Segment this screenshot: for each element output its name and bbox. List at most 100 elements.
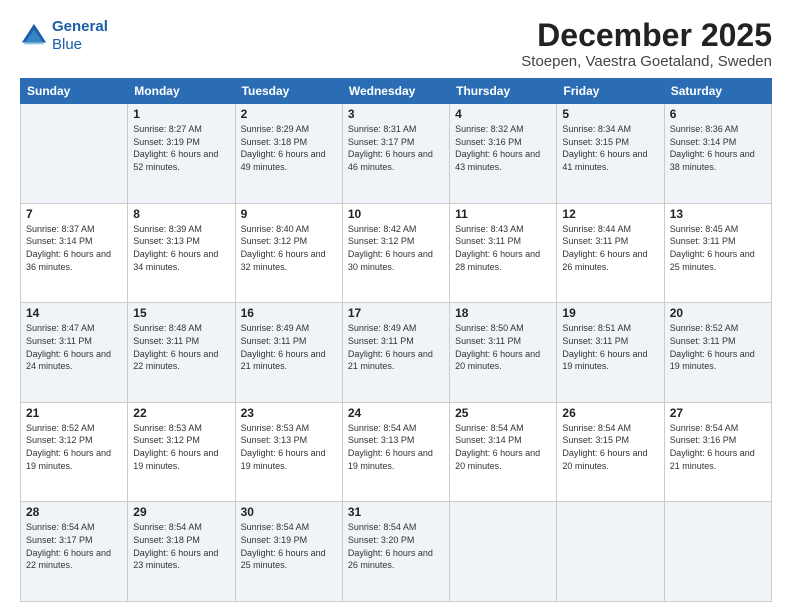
calendar-day-cell: 3 Sunrise: 8:31 AMSunset: 3:17 PMDaylight… — [342, 104, 449, 204]
weekday-header: Sunday — [21, 79, 128, 104]
logo-icon — [20, 22, 48, 50]
calendar-day-cell: 2 Sunrise: 8:29 AMSunset: 3:18 PMDaylight… — [235, 104, 342, 204]
weekday-header: Friday — [557, 79, 664, 104]
calendar-day-cell: 7Sunrise: 8:37 AMSunset: 3:14 PMDaylight… — [21, 203, 128, 303]
day-number: 1 — [133, 107, 229, 121]
calendar-day-cell: 20Sunrise: 8:52 AMSunset: 3:11 PMDayligh… — [664, 303, 771, 403]
day-info: Sunrise: 8:53 AMSunset: 3:13 PMDaylight:… — [241, 422, 337, 472]
day-number: 19 — [562, 306, 658, 320]
title-block: December 2025 Stoepen, Vaestra Goetaland… — [521, 18, 772, 70]
day-number: 8 — [133, 207, 229, 221]
day-number: 29 — [133, 505, 229, 519]
logo-line1: General — [52, 18, 108, 36]
page: General Blue December 2025 Stoepen, Vaes… — [0, 0, 792, 612]
calendar-day-cell: 17Sunrise: 8:49 AMSunset: 3:11 PMDayligh… — [342, 303, 449, 403]
calendar-day-cell — [557, 502, 664, 602]
weekday-header: Tuesday — [235, 79, 342, 104]
day-number: 17 — [348, 306, 444, 320]
calendar-day-cell: 24Sunrise: 8:54 AMSunset: 3:13 PMDayligh… — [342, 402, 449, 502]
day-number: 6 — [670, 107, 766, 121]
calendar-day-cell: 14 Sunrise: 8:47 AMSunset: 3:11 PMDayligh… — [21, 303, 128, 403]
day-info: Sunrise: 8:37 AMSunset: 3:14 PMDaylight:… — [26, 223, 122, 273]
day-info: Sunrise: 8:54 AMSunset: 3:20 PMDaylight:… — [348, 521, 444, 571]
calendar-day-cell: 6 Sunrise: 8:36 AMSunset: 3:14 PMDaylight… — [664, 104, 771, 204]
day-number: 9 — [241, 207, 337, 221]
day-info: Sunrise: 8:54 AMSunset: 3:18 PMDaylight:… — [133, 521, 229, 571]
day-number: 25 — [455, 406, 551, 420]
day-info: Sunrise: 8:43 AMSunset: 3:11 PMDaylight:… — [455, 223, 551, 273]
day-number: 15 — [133, 306, 229, 320]
calendar-day-cell: 21 Sunrise: 8:52 AMSunset: 3:12 PMDayligh… — [21, 402, 128, 502]
day-number: 27 — [670, 406, 766, 420]
day-number: 24 — [348, 406, 444, 420]
day-info: Sunrise: 8:54 AMSunset: 3:14 PMDaylight:… — [455, 422, 551, 472]
day-info: Sunrise: 8:42 AMSunset: 3:12 PMDaylight:… — [348, 223, 444, 273]
day-number: 23 — [241, 406, 337, 420]
day-info: Sunrise: 8:54 AMSunset: 3:15 PMDaylight:… — [562, 422, 658, 472]
day-info: Sunrise: 8:53 AMSunset: 3:12 PMDaylight:… — [133, 422, 229, 472]
day-info: Sunrise: 8:40 AMSunset: 3:12 PMDaylight:… — [241, 223, 337, 273]
day-info: Sunrise: 8:48 AMSunset: 3:11 PMDaylight:… — [133, 322, 229, 372]
day-info: Sunrise: 8:54 AMSunset: 3:19 PMDaylight:… — [241, 521, 337, 571]
day-number: 3 — [348, 107, 444, 121]
day-info: Sunrise: 8:51 AMSunset: 3:11 PMDaylight:… — [562, 322, 658, 372]
day-info: Sunrise: 8:54 AMSunset: 3:16 PMDaylight:… — [670, 422, 766, 472]
day-number: 4 — [455, 107, 551, 121]
calendar-day-cell — [21, 104, 128, 204]
day-number: 16 — [241, 306, 337, 320]
calendar-day-cell: 12Sunrise: 8:44 AMSunset: 3:11 PMDayligh… — [557, 203, 664, 303]
day-info: Sunrise: 8:52 AMSunset: 3:12 PMDaylight:… — [26, 422, 122, 472]
calendar-day-cell — [450, 502, 557, 602]
calendar-week-row: 28 Sunrise: 8:54 AMSunset: 3:17 PMDayligh… — [21, 502, 772, 602]
calendar-day-cell: 10 Sunrise: 8:42 AMSunset: 3:12 PMDayligh… — [342, 203, 449, 303]
day-number: 14 — [26, 306, 122, 320]
day-info: Sunrise: 8:47 AMSunset: 3:11 PMDaylight:… — [26, 322, 122, 372]
day-number: 28 — [26, 505, 122, 519]
calendar-day-cell: 26 Sunrise: 8:54 AMSunset: 3:15 PMDayligh… — [557, 402, 664, 502]
day-info: Sunrise: 8:52 AMSunset: 3:11 PMDaylight:… — [670, 322, 766, 372]
day-info: Sunrise: 8:31 AMSunset: 3:17 PMDaylight:… — [348, 123, 444, 173]
calendar-day-cell: 9 Sunrise: 8:40 AMSunset: 3:12 PMDaylight… — [235, 203, 342, 303]
day-number: 2 — [241, 107, 337, 121]
day-info: Sunrise: 8:27 AMSunset: 3:19 PMDaylight:… — [133, 123, 229, 173]
day-number: 18 — [455, 306, 551, 320]
day-info: Sunrise: 8:36 AMSunset: 3:14 PMDaylight:… — [670, 123, 766, 173]
day-info: Sunrise: 8:54 AMSunset: 3:17 PMDaylight:… — [26, 521, 122, 571]
calendar-week-row: 14 Sunrise: 8:47 AMSunset: 3:11 PMDayligh… — [21, 303, 772, 403]
calendar-day-cell: 16Sunrise: 8:49 AMSunset: 3:11 PMDayligh… — [235, 303, 342, 403]
calendar-day-cell: 13Sunrise: 8:45 AMSunset: 3:11 PMDayligh… — [664, 203, 771, 303]
weekday-header: Saturday — [664, 79, 771, 104]
calendar-day-cell: 27 Sunrise: 8:54 AMSunset: 3:16 PMDayligh… — [664, 402, 771, 502]
calendar-week-row: 1 Sunrise: 8:27 AMSunset: 3:19 PMDaylight… — [21, 104, 772, 204]
calendar-day-cell: 19 Sunrise: 8:51 AMSunset: 3:11 PMDayligh… — [557, 303, 664, 403]
header: General Blue December 2025 Stoepen, Vaes… — [20, 18, 772, 70]
day-number: 26 — [562, 406, 658, 420]
calendar-day-cell: 8 Sunrise: 8:39 AMSunset: 3:13 PMDaylight… — [128, 203, 235, 303]
day-number: 30 — [241, 505, 337, 519]
calendar-day-cell: 31 Sunrise: 8:54 AMSunset: 3:20 PMDayligh… — [342, 502, 449, 602]
calendar-day-cell: 1 Sunrise: 8:27 AMSunset: 3:19 PMDaylight… — [128, 104, 235, 204]
day-info: Sunrise: 8:39 AMSunset: 3:13 PMDaylight:… — [133, 223, 229, 273]
calendar-day-cell: 23 Sunrise: 8:53 AMSunset: 3:13 PMDayligh… — [235, 402, 342, 502]
calendar-table: SundayMondayTuesdayWednesdayThursdayFrid… — [20, 78, 772, 602]
calendar-week-row: 21 Sunrise: 8:52 AMSunset: 3:12 PMDayligh… — [21, 402, 772, 502]
day-number: 5 — [562, 107, 658, 121]
day-number: 10 — [348, 207, 444, 221]
weekday-header: Wednesday — [342, 79, 449, 104]
calendar-day-cell: 30 Sunrise: 8:54 AMSunset: 3:19 PMDayligh… — [235, 502, 342, 602]
logo-text: General Blue — [52, 18, 108, 54]
location-subtitle: Stoepen, Vaestra Goetaland, Sweden — [521, 53, 772, 70]
month-title: December 2025 — [521, 18, 772, 53]
day-number: 31 — [348, 505, 444, 519]
day-number: 12 — [562, 207, 658, 221]
day-info: Sunrise: 8:45 AMSunset: 3:11 PMDaylight:… — [670, 223, 766, 273]
day-info: Sunrise: 8:50 AMSunset: 3:11 PMDaylight:… — [455, 322, 551, 372]
calendar-day-cell: 25 Sunrise: 8:54 AMSunset: 3:14 PMDayligh… — [450, 402, 557, 502]
calendar-day-cell: 29 Sunrise: 8:54 AMSunset: 3:18 PMDayligh… — [128, 502, 235, 602]
day-info: Sunrise: 8:29 AMSunset: 3:18 PMDaylight:… — [241, 123, 337, 173]
day-number: 21 — [26, 406, 122, 420]
logo: General Blue — [20, 18, 108, 54]
calendar-day-cell: 15 Sunrise: 8:48 AMSunset: 3:11 PMDayligh… — [128, 303, 235, 403]
calendar-day-cell: 18 Sunrise: 8:50 AMSunset: 3:11 PMDayligh… — [450, 303, 557, 403]
day-info: Sunrise: 8:34 AMSunset: 3:15 PMDaylight:… — [562, 123, 658, 173]
